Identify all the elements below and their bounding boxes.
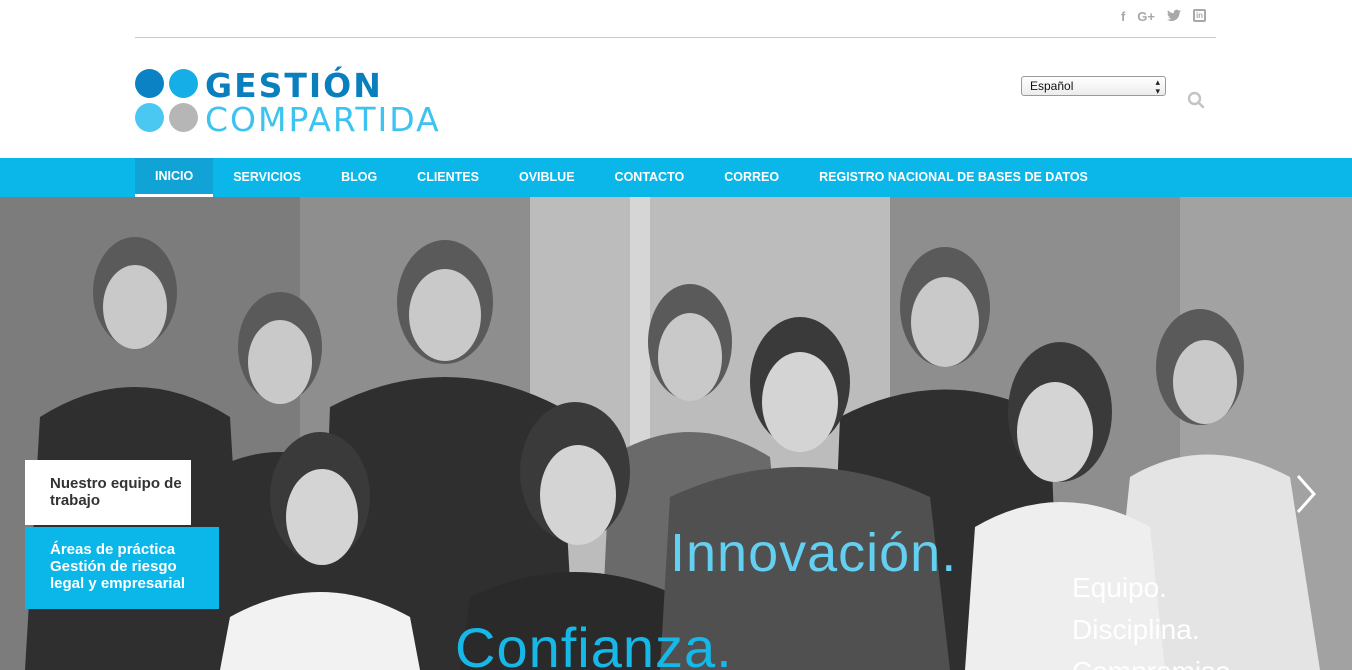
social-links: f G+ in <box>1121 9 1206 26</box>
team-card[interactable]: Nuestro equipo de trabajo <box>25 460 191 525</box>
practice-areas-card[interactable]: Áreas de práctica Gestión de riesgo lega… <box>25 527 219 609</box>
facebook-icon[interactable]: f <box>1121 9 1125 26</box>
nav-item-inicio[interactable]: INICIO <box>135 158 214 197</box>
logo-dot <box>135 69 164 98</box>
hero-word-disciplina: Disciplina. <box>1072 614 1200 645</box>
practice-areas-line3: legal y empresarial <box>50 575 186 592</box>
nav-item-contacto[interactable]: CONTACTO <box>595 158 705 197</box>
logo-dot <box>135 103 164 132</box>
language-selected: Español <box>1030 79 1074 93</box>
hero-slider: Nuestro equipo de trabajo Áreas de práct… <box>0 197 1352 670</box>
logo-dots <box>135 69 198 133</box>
hero-word-compromiso: Compromiso. <box>1072 651 1238 670</box>
hero-word-equipo: Equipo. <box>1072 572 1167 603</box>
logo-dot <box>169 69 198 98</box>
hero-values-list: Equipo. Disciplina. Compromiso. <box>1072 567 1238 670</box>
practice-areas-line2: Gestión de riesgo <box>50 558 177 575</box>
nav-item-servicios[interactable]: SERVICIOS <box>213 158 321 197</box>
header: GESTIÓN COMPARTIDA Español ▴ ▾ <box>135 38 1216 158</box>
logo-text-line2: COMPARTIDA <box>205 100 441 139</box>
search-icon[interactable] <box>1187 91 1205 109</box>
hero-word-innovacion: Innovación. <box>670 523 958 583</box>
select-arrows-icon: ▴ ▾ <box>1155 77 1160 96</box>
language-select[interactable]: Español ▴ ▾ <box>1021 76 1166 96</box>
nav-item-oviblue[interactable]: OVIBLUE <box>499 158 595 197</box>
top-bar: f G+ in <box>135 0 1216 38</box>
nav-item-registro[interactable]: REGISTRO NACIONAL DE BASES DE DATOS <box>799 158 1108 197</box>
main-nav: INICIO SERVICIOS BLOG CLIENTES OVIBLUE C… <box>0 158 1352 197</box>
nav-item-blog[interactable]: BLOG <box>321 158 397 197</box>
nav-item-correo[interactable]: CORREO <box>704 158 799 197</box>
linkedin-icon[interactable]: in <box>1193 9 1206 22</box>
practice-areas-line1: Áreas de práctica <box>50 541 176 558</box>
nav-item-clientes[interactable]: CLIENTES <box>397 158 499 197</box>
hero-word-confianza: Confianza. <box>455 616 733 670</box>
chevron-right-icon[interactable] <box>1292 472 1320 516</box>
logo[interactable]: GESTIÓN COMPARTIDA <box>135 66 465 139</box>
logo-dot <box>169 103 198 132</box>
google-plus-icon[interactable]: G+ <box>1137 9 1155 26</box>
team-card-label: Nuestro equipo de trabajo <box>50 475 182 509</box>
twitter-icon[interactable] <box>1167 9 1181 26</box>
